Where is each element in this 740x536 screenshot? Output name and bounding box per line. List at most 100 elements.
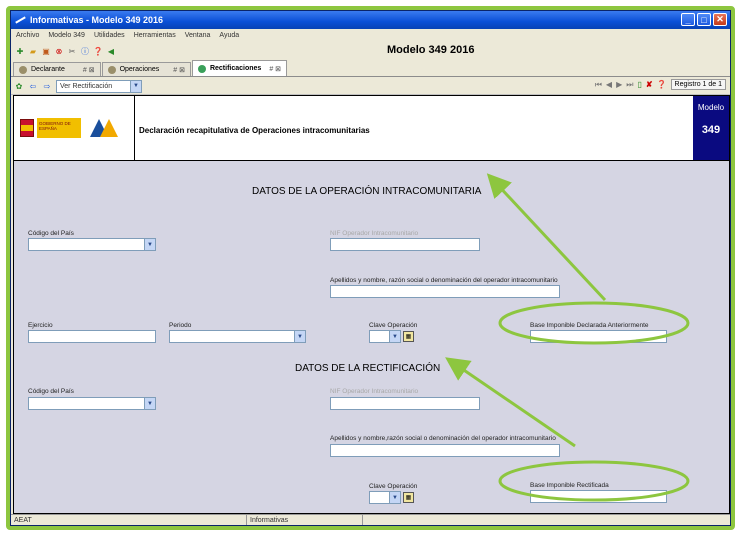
tab-controls[interactable]: # ⊠ [173, 66, 185, 74]
ejercicio-input[interactable] [28, 330, 156, 343]
menu-bar: Archivo Modelo 349 Utilidades Herramient… [11, 29, 730, 41]
view-select-value: Ver Rectificación [60, 82, 113, 90]
nif-input-2[interactable] [330, 397, 480, 410]
close-button[interactable]: ✕ [713, 13, 727, 26]
codigo-pais-label: Código del País [28, 230, 74, 237]
main-toolbar: ✚ ▰ ▣ ⊗ ✂ ⓘ ❓ ◀ [11, 41, 730, 61]
apellidos-input-2[interactable] [330, 444, 560, 457]
modelo-label: Modelo [697, 103, 725, 112]
document-title: Modelo 349 2016 [387, 44, 475, 56]
periodo-label: Periodo [169, 322, 192, 329]
minimize-button[interactable]: _ [681, 13, 695, 26]
calendar-icon[interactable]: ▦ [403, 492, 414, 503]
modelo-number: 349 [701, 124, 721, 136]
apellidos-label-2: Apellidos y nombre,razón social o denomi… [330, 435, 556, 442]
form-description: Declaración recapitulativa de Operacione… [139, 126, 370, 135]
record-help-icon[interactable]: ❓ [657, 80, 667, 89]
clave-operacion-label-2: Clave Operación [369, 483, 418, 490]
clave-operacion-select-2[interactable]: ▼ [369, 491, 401, 504]
calendar-icon[interactable]: ▦ [403, 331, 414, 342]
app-window: Informativas - Modelo 349 2016 _ □ ✕ Arc… [10, 10, 731, 526]
open-icon[interactable]: ▰ [28, 46, 38, 56]
status-bar: AEAT Informativas [11, 514, 730, 525]
next-record-icon[interactable]: ▶ [616, 80, 622, 89]
window-title: Informativas - Modelo 349 2016 [30, 15, 164, 25]
delete-record-icon[interactable]: ✘ [646, 80, 653, 89]
status-left: AEAT [11, 515, 247, 525]
nif-label: NIF Operador Intracomunitario [330, 230, 419, 237]
menu-ventana[interactable]: Ventana [185, 32, 211, 39]
record-counter: Registro 1 de 1 [670, 79, 726, 90]
forward-icon[interactable]: ⇨ [42, 81, 52, 91]
base-declarada-input[interactable] [530, 330, 667, 343]
tab-icon [107, 65, 116, 74]
maximize-button[interactable]: □ [697, 13, 711, 26]
form-header: GOBIERNO DE ESPAÑA Declaración recapitul… [13, 95, 730, 161]
delete-icon[interactable]: ⊗ [54, 46, 64, 56]
last-record-icon[interactable]: ⏭ [626, 80, 633, 90]
prev-record-icon[interactable]: ◀ [606, 80, 612, 89]
tab-label: Declarante [31, 66, 65, 73]
clave-operacion-label: Clave Operación [369, 322, 418, 329]
clave-operacion-select[interactable]: ▼ [369, 330, 401, 343]
tools-icon[interactable]: ✂ [67, 46, 77, 56]
gobierno-logo: GOBIERNO DE ESPAÑA [37, 118, 81, 138]
tab-controls[interactable]: # ⊠ [83, 66, 95, 74]
tab-icon [19, 65, 27, 74]
menu-modelo[interactable]: Modelo 349 [48, 32, 85, 39]
apellidos-label: Apellidos y nombre, razón social o denom… [330, 277, 558, 284]
chevron-down-icon: ▼ [130, 80, 141, 92]
app-icon [15, 15, 27, 25]
nif-input[interactable] [330, 238, 480, 251]
view-select[interactable]: Ver Rectificación ▼ [56, 79, 142, 93]
codigo-pais-select[interactable]: ▼ [28, 238, 156, 251]
tab-label: Operaciones [119, 66, 160, 73]
modelo-badge: Modelo 349 [693, 96, 729, 160]
chevron-down-icon: ▼ [144, 398, 155, 409]
base-declarada-label: Base Imponible Declarada Anteriormente [530, 322, 649, 329]
menu-utilidades[interactable]: Utilidades [94, 32, 125, 39]
help-icon[interactable]: ❓ [93, 46, 103, 56]
status-middle: Informativas [247, 515, 363, 525]
ejercicio-label: Ejercicio [28, 322, 53, 329]
tab-label: Rectificaciones [209, 65, 262, 72]
nif-label-2: NIF Operador Intracomunitario [330, 388, 419, 395]
first-record-icon[interactable]: ⏮ [595, 80, 602, 90]
tab-icon [197, 64, 206, 73]
base-rectificada-label: Base Imponible Rectificada [530, 482, 609, 489]
menu-archivo[interactable]: Archivo [16, 32, 39, 39]
codigo-pais-label-2: Código del País [28, 388, 74, 395]
exit-icon[interactable]: ◀ [106, 46, 116, 56]
codigo-pais-select-2[interactable]: ▼ [28, 397, 156, 410]
tab-rectificaciones[interactable]: Rectificaciones # ⊠ [191, 60, 288, 76]
apellidos-input[interactable] [330, 285, 560, 298]
save-icon[interactable]: ▣ [41, 46, 51, 56]
section-title-rectificacion: DATOS DE LA RECTIFICACIÓN [295, 363, 441, 374]
new-icon[interactable]: ✚ [15, 46, 25, 56]
title-bar: Informativas - Modelo 349 2016 _ □ ✕ [11, 11, 730, 29]
periodo-select[interactable]: ▼ [169, 330, 306, 343]
tree-icon[interactable]: ✿ [14, 81, 24, 91]
new-record-icon[interactable]: ▯ [637, 80, 641, 89]
status-right [363, 515, 730, 525]
tab-controls[interactable]: # ⊠ [269, 65, 281, 73]
chevron-down-icon: ▼ [389, 492, 400, 503]
window-controls: _ □ ✕ [681, 13, 727, 26]
record-toolbar: ✿ ⇦ ⇨ Ver Rectificación ▼ ⏮ ◀ ▶ ⏭ ▯ ✘ ❓ … [11, 78, 730, 95]
tab-strip: Declarante # ⊠ Operaciones # ⊠ Rectifica… [11, 60, 730, 77]
section-title-operacion: DATOS DE LA OPERACIÓN INTRACOMUNITARIA [252, 186, 482, 197]
back-icon[interactable]: ⇦ [28, 81, 38, 91]
tab-declarante[interactable]: Declarante # ⊠ [13, 62, 101, 76]
menu-herramientas[interactable]: Herramientas [134, 32, 176, 39]
menu-ayuda[interactable]: Ayuda [219, 32, 239, 39]
base-rectificada-input[interactable] [530, 490, 667, 503]
chevron-down-icon: ▼ [144, 239, 155, 250]
aeat-logo [86, 117, 122, 139]
coat-of-arms-icon [20, 119, 34, 137]
tab-operaciones[interactable]: Operaciones # ⊠ [101, 62, 191, 76]
info-icon[interactable]: ⓘ [80, 46, 90, 56]
chevron-down-icon: ▼ [294, 331, 305, 342]
form-body: DATOS DE LA OPERACIÓN INTRACOMUNITARIA C… [13, 161, 730, 514]
record-navigation: ⏮ ◀ ▶ ⏭ ▯ ✘ ❓ Registro 1 de 1 [595, 79, 726, 90]
logo-area: GOBIERNO DE ESPAÑA [14, 96, 135, 160]
